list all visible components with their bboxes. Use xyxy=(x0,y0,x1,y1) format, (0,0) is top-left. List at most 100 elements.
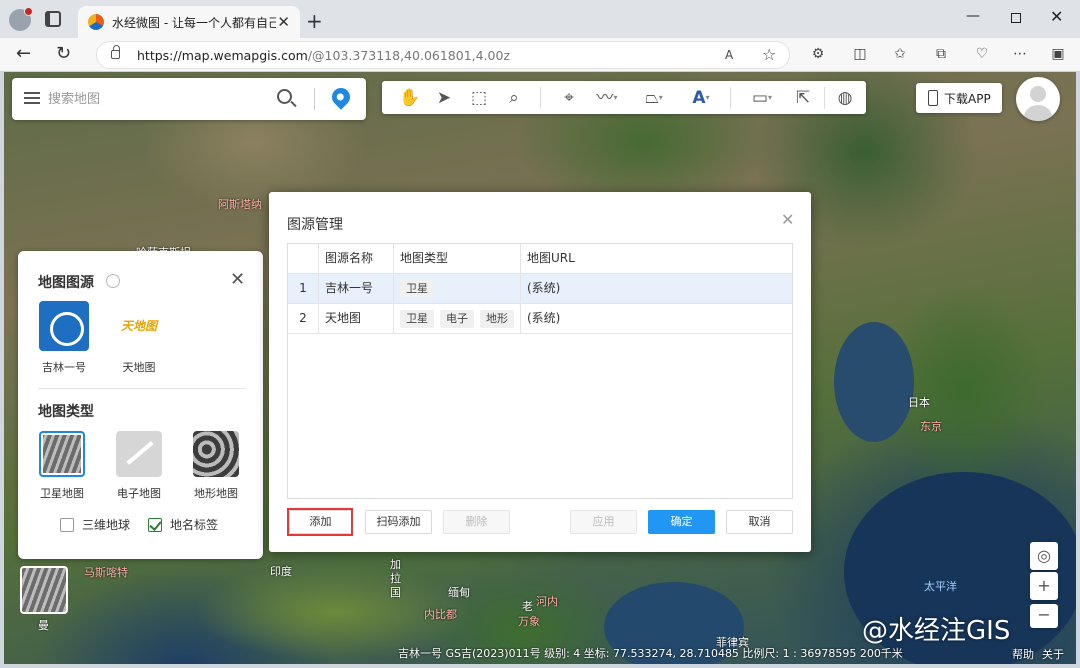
type-tag: 卫星 xyxy=(400,309,434,328)
map-label: 内比都 xyxy=(424,608,457,621)
source-panel-title: 地图图源 xyxy=(38,275,94,291)
window-minimize-icon[interactable]: — xyxy=(966,8,980,24)
collections-icon[interactable]: ⧉ xyxy=(933,46,949,62)
checkbox-label: 三维地球 xyxy=(82,518,131,532)
source-table: 图源名称 地图类型 地图URL 1 吉林一号 卫星 (系统) 2 天地图 卫星电… xyxy=(287,243,793,499)
tab-close-icon[interactable]: ✕ xyxy=(277,13,290,31)
text-label-icon[interactable]: A▾ xyxy=(684,87,718,109)
locate-me-icon[interactable]: ◎ xyxy=(1030,542,1058,570)
layer-switch-thumb[interactable] xyxy=(20,566,68,614)
satellite-thumb-icon xyxy=(39,431,85,477)
globe-icon[interactable]: ◍ xyxy=(834,87,856,109)
panel-close-icon[interactable]: ✕ xyxy=(230,269,245,290)
type-label: 地形地图 xyxy=(194,487,238,500)
scan-add-button[interactable]: 扫码添加 xyxy=(365,510,432,534)
map-label: 太平洋 xyxy=(924,580,957,593)
extensions-icon[interactable]: ⚙ xyxy=(810,46,826,62)
map-label: 缅甸 xyxy=(448,586,470,599)
phone-icon xyxy=(928,90,938,106)
new-tab-icon[interactable]: + xyxy=(306,9,323,33)
read-aloud-icon[interactable]: A xyxy=(725,48,733,62)
zoom-out-icon[interactable]: − xyxy=(1030,604,1058,628)
toolbar-divider xyxy=(824,87,825,109)
about-link[interactable]: 关于 xyxy=(1042,646,1064,662)
user-avatar[interactable] xyxy=(1016,77,1060,121)
column-header[interactable]: 图源名称 xyxy=(319,244,394,273)
split-screen-icon[interactable]: ◫ xyxy=(852,46,868,62)
ok-button[interactable]: 确定 xyxy=(648,510,715,534)
zoom-in-icon[interactable]: + xyxy=(1030,572,1058,600)
polygon-icon[interactable]: ⏢▾ xyxy=(636,87,672,109)
type-vector[interactable]: 电子地图 xyxy=(110,431,168,501)
delete-button[interactable]: 删除 xyxy=(443,510,510,534)
checkbox-box[interactable] xyxy=(60,517,74,532)
tianditu-logo-text: 天地图 xyxy=(120,319,157,333)
tab-actions-icon[interactable] xyxy=(45,11,61,27)
polyline-icon[interactable]: 〰▾ xyxy=(590,87,624,109)
measure-ruler-icon[interactable]: ▭▾ xyxy=(744,87,780,109)
map-source-panel: 地图图源 ✕ 吉林一号 天地图 天地图 地图类型 卫星地图 电子地图 地形地图 … xyxy=(18,251,263,559)
zoom-box-icon[interactable]: ⌕ xyxy=(502,87,526,109)
marker-icon[interactable]: ⌖ xyxy=(558,87,580,109)
row-index: 2 xyxy=(288,304,319,333)
map-label: 东京 xyxy=(920,420,942,433)
profile-icon[interactable] xyxy=(9,7,33,31)
sidebar-toggle-icon[interactable]: ▣ xyxy=(1050,46,1066,62)
more-options-icon[interactable]: ⋯ xyxy=(1012,46,1028,62)
type-tag: 地形 xyxy=(480,309,514,328)
menu-icon[interactable] xyxy=(24,92,40,104)
apply-button[interactable]: 应用 xyxy=(570,510,637,534)
column-header[interactable]: 地图URL xyxy=(521,244,792,273)
type-satellite[interactable]: 卫星地图 xyxy=(36,431,88,501)
search-divider xyxy=(314,88,315,110)
checkbox-box[interactable] xyxy=(148,517,162,532)
window-close-icon[interactable]: ✕ xyxy=(1050,7,1063,26)
help-link[interactable]: 帮助 xyxy=(1012,646,1034,662)
source-jilin[interactable]: 吉林一号 xyxy=(38,301,90,375)
address-toolbar: ← ↻ https://map.wemapgis.com/@103.373118… xyxy=(0,38,1080,72)
window-maximize-icon[interactable] xyxy=(1011,13,1021,23)
select-pointer-icon[interactable]: ➤ xyxy=(434,87,454,109)
table-row[interactable]: 2 天地图 卫星 电子 地形 (系统) xyxy=(288,304,792,334)
address-bar[interactable]: https://map.wemapgis.com/@103.373118,40.… xyxy=(96,41,790,69)
map-label: 印度 xyxy=(270,565,292,578)
search-icon[interactable] xyxy=(277,89,292,104)
query-pointer-icon[interactable]: ⇱ xyxy=(792,87,814,109)
browser-essentials-icon[interactable]: ♡ xyxy=(974,46,990,62)
source-info-icon[interactable] xyxy=(106,274,120,288)
pan-hand-icon[interactable]: ✋ xyxy=(398,87,422,109)
cancel-button[interactable]: 取消 xyxy=(726,510,793,534)
toolbar-divider xyxy=(540,87,541,109)
favorite-star-icon[interactable]: ☆ xyxy=(762,45,776,64)
jilin-logo-icon xyxy=(39,301,89,351)
browser-tab[interactable]: 水经微图 - 让每一个人都有自己的 ✕ xyxy=(78,6,300,38)
refresh-icon[interactable]: ↻ xyxy=(56,43,71,64)
favorites-icon[interactable]: ✩ xyxy=(892,46,908,62)
column-header[interactable]: 地图类型 xyxy=(394,244,521,273)
row-url: (系统) xyxy=(527,281,561,295)
download-app-button[interactable]: 下载APP xyxy=(916,83,1002,113)
row-name: 吉林一号 xyxy=(319,274,394,303)
map-label: 阿斯塔纳 xyxy=(218,198,262,211)
row-types: 卫星 xyxy=(394,274,521,303)
toolbar-divider xyxy=(730,87,731,109)
box-select-icon[interactable]: ⬚ xyxy=(468,87,490,109)
dialog-close-icon[interactable]: ✕ xyxy=(781,210,794,229)
source-manager-dialog: 图源管理 ✕ 图源名称 地图类型 地图URL 1 吉林一号 卫星 (系统) 2 … xyxy=(269,192,811,552)
map-label: 日本 xyxy=(908,396,930,409)
site-favicon-icon xyxy=(88,14,104,30)
table-row[interactable]: 1 吉林一号 卫星 (系统) xyxy=(288,274,792,304)
place-labels-checkbox[interactable]: 地名标签 xyxy=(148,516,218,533)
globe-3d-checkbox[interactable]: 三维地球 xyxy=(60,516,130,533)
column-header xyxy=(288,244,319,273)
location-pin-icon[interactable] xyxy=(328,84,354,110)
source-label: 天地图 xyxy=(122,361,156,374)
type-terrain[interactable]: 地形地图 xyxy=(188,431,244,501)
lock-icon[interactable] xyxy=(111,45,120,59)
table-header: 图源名称 地图类型 地图URL xyxy=(288,244,792,274)
search-input[interactable] xyxy=(48,88,268,110)
type-tag: 卫星 xyxy=(400,279,434,298)
source-tianditu[interactable]: 天地图 天地图 xyxy=(112,301,166,375)
back-arrow-icon[interactable]: ← xyxy=(16,43,31,64)
url-text[interactable]: https://map.wemapgis.com/@103.373118,40.… xyxy=(137,48,510,63)
